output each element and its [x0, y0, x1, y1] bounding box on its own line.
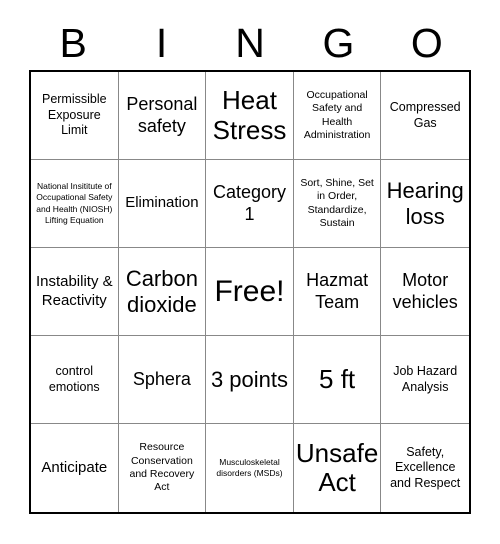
bingo-header-letter-i: I	[155, 19, 168, 66]
bingo-cell[interactable]: Motor vehicles	[381, 248, 469, 336]
bingo-header: BINGO	[29, 16, 471, 70]
bingo-cell[interactable]: Musculoskeletal disorders (MSDs)	[206, 424, 294, 512]
bingo-cell[interactable]: National Insititute of Occupational Safe…	[31, 160, 119, 248]
bingo-cell[interactable]: Sort, Shine, Set in Order, Standardize, …	[293, 160, 382, 248]
bingo-header-letter-n: N	[235, 19, 265, 66]
bingo-cell[interactable]: Unsafe Act	[293, 424, 382, 512]
bingo-cell[interactable]: Category 1	[206, 160, 294, 248]
bingo-cell[interactable]: 5 ft	[293, 336, 382, 424]
bingo-cell[interactable]: Instability & Reactivity	[31, 248, 119, 336]
bingo-cell[interactable]: control emotions	[31, 336, 119, 424]
bingo-header-letter-o: O	[410, 19, 443, 66]
bingo-cell[interactable]: Sphera	[118, 336, 207, 424]
bingo-cell[interactable]: Compressed Gas	[381, 72, 469, 160]
bingo-grid: Permissible Exposure Limit Personal safet…	[29, 70, 471, 514]
bingo-cell[interactable]: Personal safety	[118, 72, 207, 160]
bingo-cell[interactable]: Safety, Excellence and Respect	[381, 424, 469, 512]
bingo-cell[interactable]: Hazmat Team	[293, 248, 382, 336]
bingo-header-letter-b: B	[59, 19, 87, 66]
bingo-cell[interactable]: Elimination	[118, 160, 207, 248]
bingo-cell[interactable]: Resource Conservation and Recovery Act	[118, 424, 207, 512]
bingo-cell[interactable]: 3 points	[206, 336, 294, 424]
bingo-free-space[interactable]: Free!	[206, 248, 294, 336]
bingo-card: B I N G O Permissible Exposure Limit Personal…	[0, 0, 500, 544]
bingo-cell[interactable]: Occupational Safety and Health Administr…	[293, 72, 382, 160]
bingo-cell[interactable]: Permissible Exposure Limit	[31, 72, 119, 160]
bingo-cell[interactable]: Heat Stress	[206, 72, 294, 160]
bingo-cell[interactable]: Job Hazard Analysis	[381, 336, 469, 424]
bingo-cell[interactable]: Hearing loss	[381, 160, 469, 248]
bingo-header-letter-g: G	[322, 19, 355, 66]
bingo-cell[interactable]: Carbon dioxide	[118, 248, 207, 336]
bingo-cell[interactable]: Anticipate	[31, 424, 119, 512]
